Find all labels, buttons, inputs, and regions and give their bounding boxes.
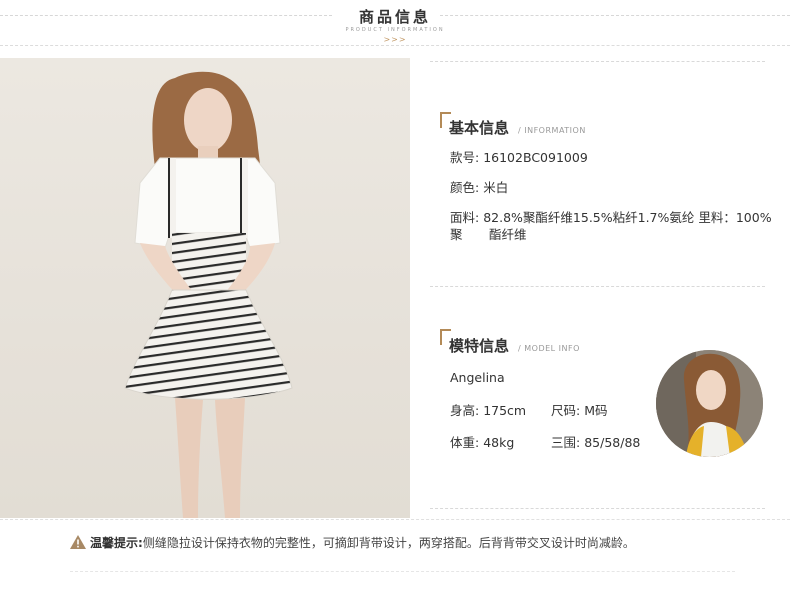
warning-icon [70, 535, 86, 549]
fabric-value-cont: 酯纤维 [489, 227, 527, 242]
basic-info-title: 基本信息 [449, 119, 510, 137]
section-title: 商品信息 [358, 8, 431, 26]
weight-row: 体重: 48kg [450, 434, 514, 451]
model-info-title: 模特信息 [449, 337, 510, 355]
height-row: 身高: 175cm [450, 402, 526, 419]
section-subtitle: PRODUCT INFORMATION [345, 27, 445, 33]
header-divider [0, 45, 790, 46]
tip-label: 温馨提示: [90, 536, 143, 550]
size-label: 尺码: [551, 403, 581, 418]
model-name: Angelina [450, 370, 505, 385]
model-illustration [124, 71, 293, 518]
product-photo [0, 58, 410, 518]
divider-top [430, 61, 765, 62]
tip-divider [0, 519, 790, 520]
tip-notice: 温馨提示:侧缝隐拉设计保持衣物的完整性，可摘卸背带设计，两穿搭配。后背背带交叉设… [70, 534, 635, 551]
style-no-label: 款号: [450, 150, 480, 165]
fabric-label: 面料: [450, 210, 480, 225]
style-no-value: 16102BC091009 [483, 150, 588, 165]
chevrons-icon: >>> [383, 35, 407, 44]
basic-info-subtitle: / INFORMATION [518, 126, 586, 135]
measure-value: 85/58/88 [584, 435, 641, 450]
tip-divider-bottom [70, 571, 735, 572]
tip-text: 侧缝隐拉设计保持衣物的完整性，可摘卸背带设计，两穿搭配。后背背带交叉设计时尚减龄… [142, 536, 635, 550]
size-row: 尺码: M码 [551, 402, 608, 419]
model-info-subtitle: / MODEL INFO [518, 344, 580, 353]
measure-row: 三围: 85/58/88 [551, 434, 640, 451]
divider-middle [430, 286, 765, 287]
style-no-row: 款号: 16102BC091009 [450, 149, 588, 166]
height-label: 身高: [450, 403, 480, 418]
color-value: 米白 [483, 180, 509, 195]
divider-bottom [430, 508, 765, 509]
avatar-illustration [656, 350, 763, 457]
color-row: 颜色: 米白 [450, 179, 508, 196]
weight-value: 48kg [483, 435, 515, 450]
model-avatar [656, 350, 763, 457]
measure-label: 三围: [551, 435, 581, 450]
size-value: M码 [584, 403, 608, 418]
weight-label: 体重: [450, 435, 480, 450]
height-value: 175cm [483, 403, 527, 418]
color-label: 颜色: [450, 180, 480, 195]
